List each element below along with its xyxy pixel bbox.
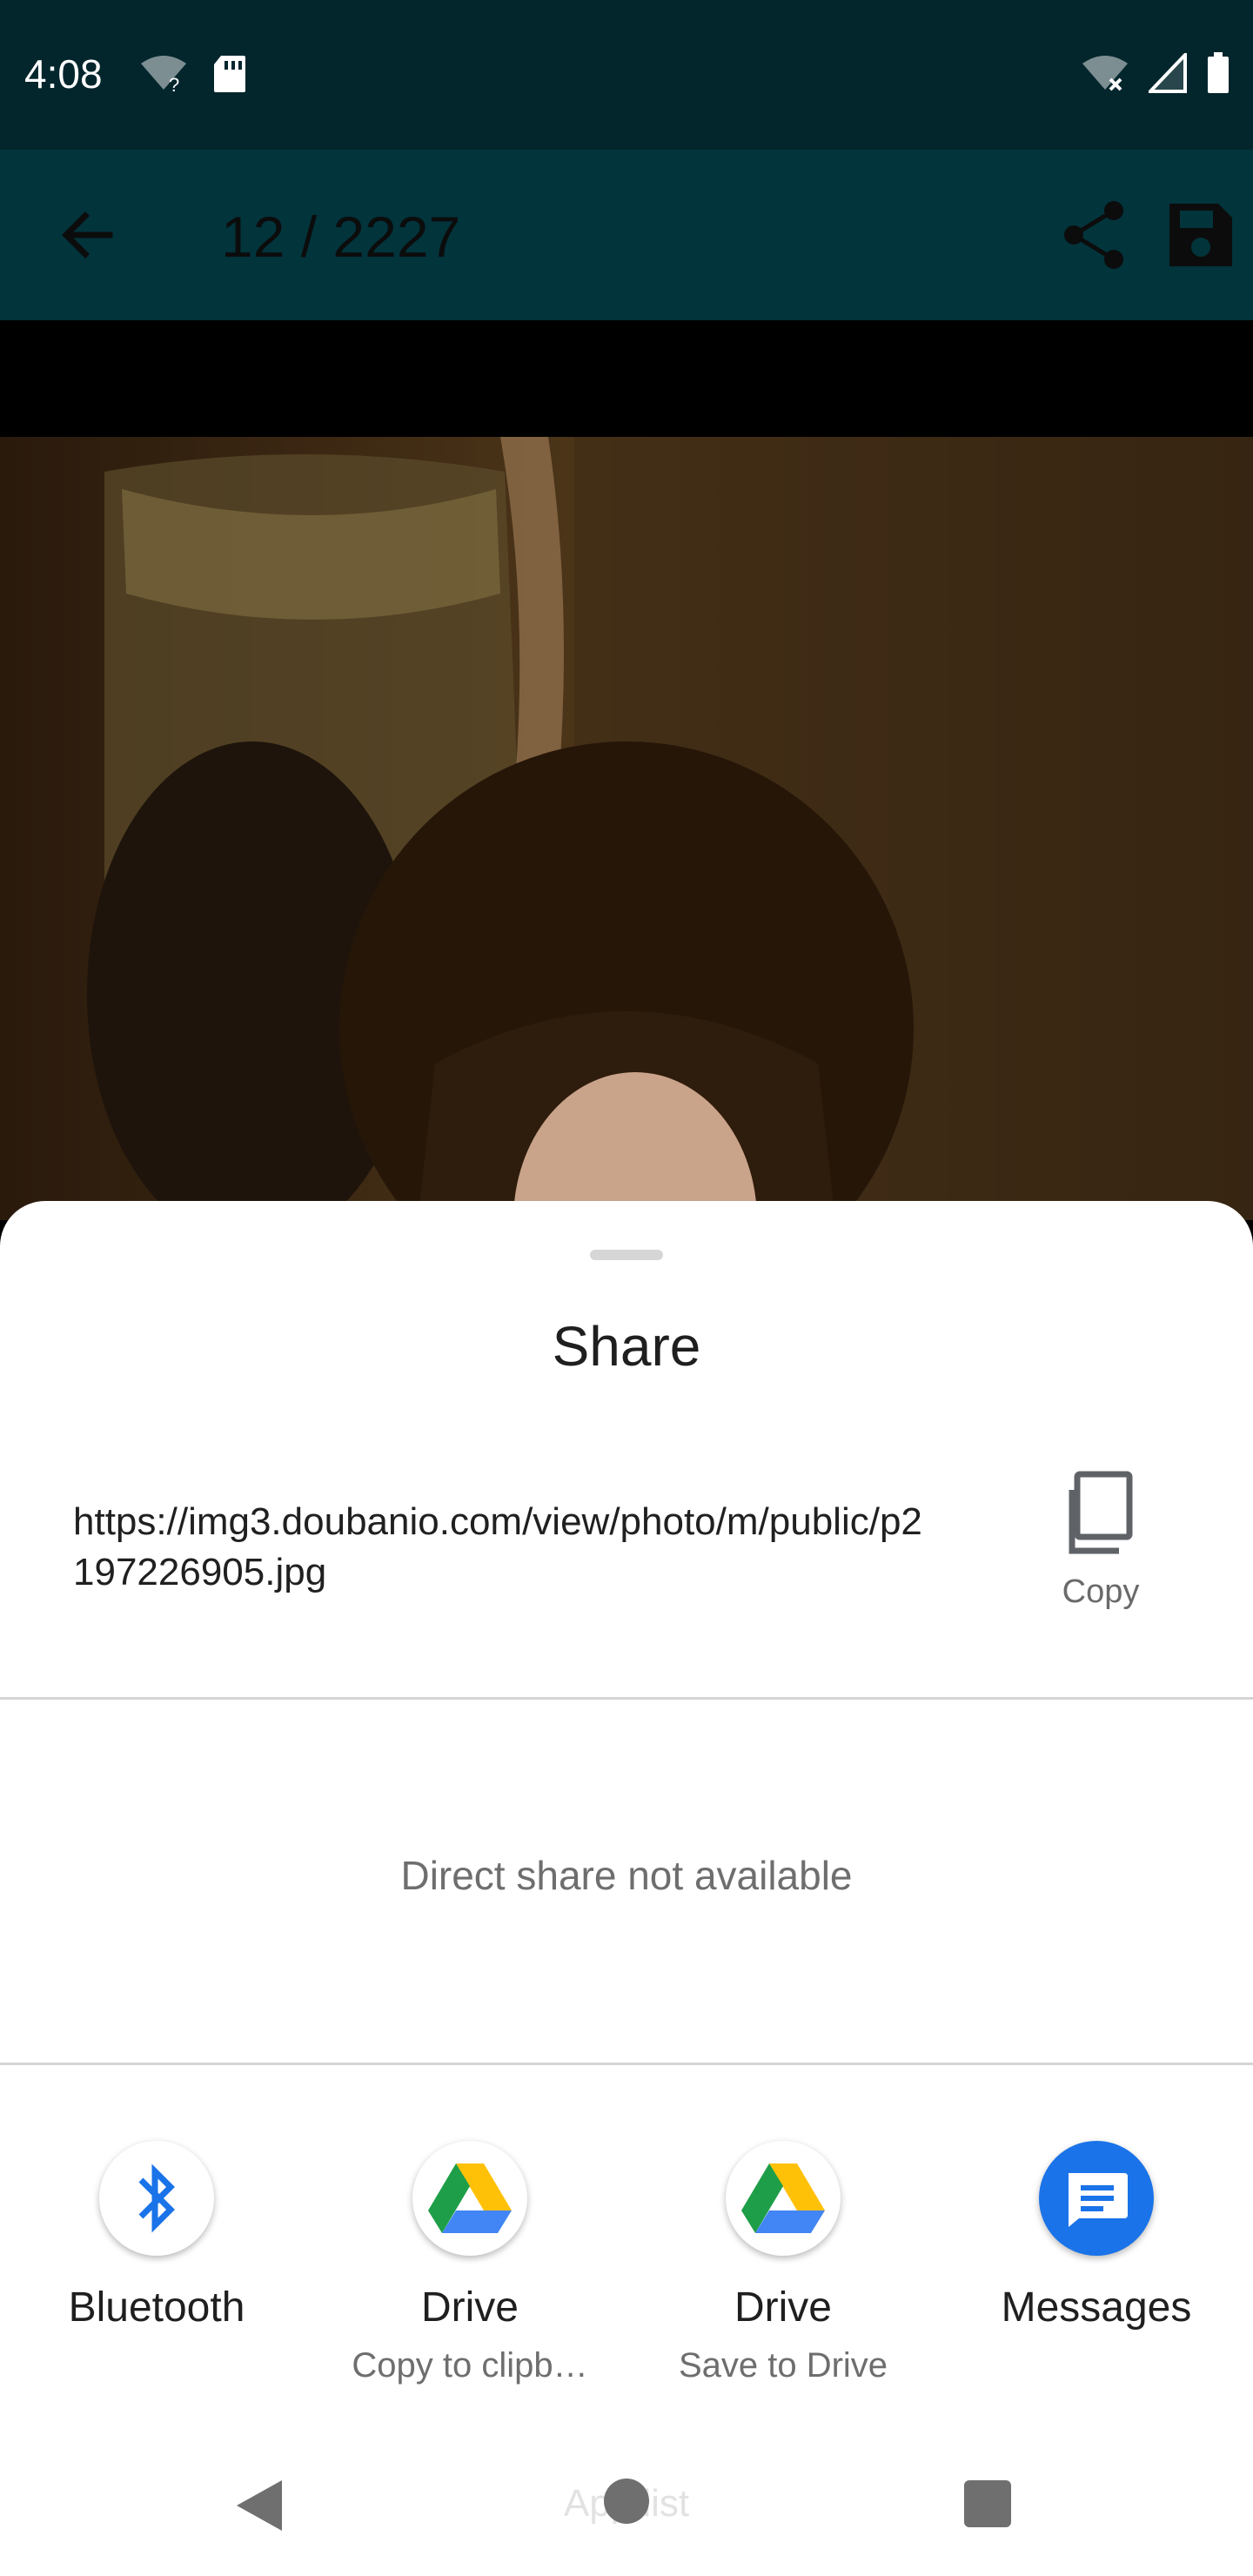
copy-icon <box>1069 1471 1133 1554</box>
wifi-unknown-icon: ? <box>141 56 186 93</box>
status-time: 4:08 <box>24 51 103 97</box>
shared-url: https://img3.doubanio.com/view/photo/m/p… <box>73 1500 922 1593</box>
divider <box>0 1697 1253 1700</box>
share-target-drive-copy[interactable]: Drive Copy to clipb… <box>313 2141 626 2419</box>
svg-text:?: ? <box>169 74 179 93</box>
copy-button[interactable]: Copy <box>1044 1471 1157 1619</box>
share-title: Share <box>552 1315 701 1378</box>
share-target-bluetooth[interactable]: Bluetooth <box>0 2141 313 2419</box>
photo-illustration <box>87 437 1253 1220</box>
photo-image[interactable] <box>0 437 1253 1220</box>
image-counter: 12 / 2227 <box>221 205 461 269</box>
share-target-drive-save[interactable]: Drive Save to Drive <box>626 2141 940 2419</box>
divider <box>0 2063 1253 2065</box>
battery-icon <box>1208 52 1229 93</box>
nav-home-icon[interactable] <box>604 2479 649 2524</box>
share-sheet: Share https://img3.doubanio.com/view/pho… <box>0 1201 1253 2432</box>
photo-letterbox <box>0 320 1253 437</box>
status-bar: 4:08 ? <box>0 0 1253 150</box>
google-drive-icon <box>726 2141 841 2256</box>
drag-handle[interactable] <box>590 1250 663 1260</box>
share-target-label: Drive <box>734 2284 832 2331</box>
share-target-sublabel: Copy to clipb… <box>352 2346 588 2385</box>
google-drive-icon <box>412 2141 527 2256</box>
app-bar: 12 / 2227 <box>0 150 1253 320</box>
share-targets: Bluetooth Drive Copy to clipb… Drive Sav… <box>0 2141 1253 2419</box>
share-target-messages[interactable]: Messages <box>940 2141 1253 2419</box>
share-target-label: Bluetooth <box>68 2284 245 2331</box>
messages-icon <box>1039 2141 1154 2256</box>
nav-recents-icon[interactable] <box>964 2480 1011 2527</box>
sd-card-icon <box>214 56 245 92</box>
cell-signal-icon <box>1149 53 1187 93</box>
share-target-sublabel: Save to Drive <box>678 2346 888 2385</box>
wifi-off-icon <box>1082 56 1128 91</box>
share-target-label: Drive <box>420 2284 519 2331</box>
status-icons-right <box>1081 52 1230 94</box>
share-icon[interactable] <box>1055 195 1135 275</box>
system-nav-bar: App list <box>0 2432 1253 2576</box>
direct-share-message: Direct share not available <box>400 1853 853 1898</box>
nav-back-icon[interactable] <box>231 2475 292 2536</box>
status-icons-left: ? <box>139 54 247 94</box>
arrow-back-icon[interactable] <box>49 195 129 275</box>
share-target-label: Messages <box>1001 2284 1192 2331</box>
bluetooth-icon <box>99 2141 214 2256</box>
save-icon[interactable] <box>1161 195 1241 275</box>
copy-label: Copy <box>1062 1573 1140 1610</box>
